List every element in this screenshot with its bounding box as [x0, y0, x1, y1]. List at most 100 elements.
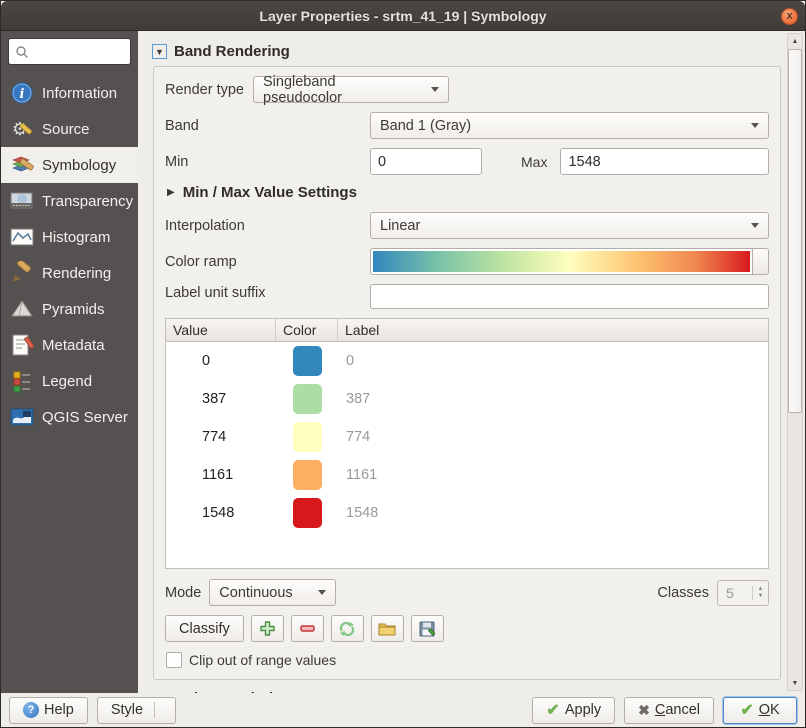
band-select[interactable]: Band 1 (Gray) [370, 112, 769, 139]
transparency-icon [10, 189, 34, 213]
help-button[interactable]: ? Help [9, 697, 88, 724]
sidebar-item-label: Symbology [42, 157, 116, 174]
apply-button[interactable]: ✔ Apply [532, 697, 615, 724]
color-swatch[interactable] [293, 422, 322, 452]
label-cell[interactable]: 774 [338, 429, 768, 445]
color-swatch[interactable] [293, 384, 322, 414]
min-input[interactable] [370, 148, 482, 175]
scrollbar-thumb[interactable] [788, 49, 802, 413]
close-icon[interactable]: x [781, 8, 798, 25]
scroll-down-icon[interactable]: ▼ [788, 676, 802, 690]
value-cell[interactable]: 1548 [166, 505, 276, 521]
titlebar[interactable]: Layer Properties - srtm_41_19 | Symbolog… [1, 1, 805, 31]
add-class-button[interactable] [251, 615, 284, 642]
value-cell[interactable]: 1161 [166, 467, 276, 483]
symbology-panel: ▼ Band Rendering Render type Singleband … [138, 31, 805, 693]
color-ramp-dropdown-button[interactable] [752, 248, 769, 275]
classification-table: Value Color Label 0 0 387 387 [165, 318, 769, 569]
vertical-scrollbar[interactable]: ▲ ▼ [787, 33, 803, 691]
label-cell[interactable]: 1161 [338, 467, 768, 483]
label-cell[interactable]: 0 [338, 353, 768, 369]
color-swatch[interactable] [293, 460, 322, 490]
sidebar-item-legend[interactable]: Legend [1, 363, 138, 399]
color-swatch[interactable] [293, 346, 322, 376]
sidebar-item-symbology[interactable]: Symbology [1, 147, 138, 183]
symbology-icon [10, 153, 34, 177]
table-row[interactable]: 774 774 [166, 418, 768, 456]
color-ramp-select[interactable] [370, 248, 769, 275]
chevron-down-icon [751, 223, 759, 228]
color-swatch[interactable] [293, 498, 322, 528]
min-max-settings-expander[interactable]: ▶ Min / Max Value Settings [167, 184, 769, 201]
save-file-button[interactable] [411, 615, 444, 642]
scroll-up-icon[interactable]: ▲ [788, 34, 802, 48]
value-cell[interactable]: 0 [166, 353, 276, 369]
clip-out-of-range-checkbox[interactable] [166, 652, 182, 668]
dialog-button-box: ? Help Style ✔ Apply ✖ Cancel ✔ OK [1, 693, 805, 727]
mode-select[interactable]: Continuous [209, 579, 336, 606]
color-ramp-preview[interactable] [370, 248, 752, 275]
label-cell[interactable]: 387 [338, 391, 768, 407]
check-icon: ✔ [546, 700, 559, 720]
open-file-button[interactable] [371, 615, 404, 642]
sidebar-item-qgis-server[interactable]: QGIS Server [1, 399, 138, 435]
min-label: Min [165, 154, 370, 170]
ok-button[interactable]: ✔ OK [723, 697, 797, 724]
table-row[interactable]: 1548 1548 [166, 494, 768, 532]
style-button-label: Style [111, 702, 143, 718]
interpolation-select[interactable]: Linear [370, 212, 769, 239]
mode-label: Mode [165, 585, 201, 601]
value-cell[interactable]: 774 [166, 429, 276, 445]
render-type-value: Singleband pseudocolor [263, 74, 415, 106]
value-cell[interactable]: 387 [166, 391, 276, 407]
sidebar-item-metadata[interactable]: Metadata [1, 327, 138, 363]
sidebar-item-pyramids[interactable]: Pyramids [1, 291, 138, 327]
column-header-value[interactable]: Value [166, 319, 276, 341]
scrollbar-track[interactable] [788, 48, 802, 676]
cancel-button[interactable]: ✖ Cancel [624, 697, 714, 724]
clip-out-of-range-row: Clip out of range values [166, 652, 769, 668]
sidebar-item-label: Source [42, 121, 90, 138]
label-unit-suffix-input[interactable] [370, 284, 769, 309]
sidebar-item-histogram[interactable]: Histogram [1, 219, 138, 255]
chevron-down-icon [751, 123, 759, 128]
classes-spinner: 5 ▲▼ [717, 580, 769, 606]
remove-class-button[interactable] [291, 615, 324, 642]
classes-value: 5 [718, 585, 752, 601]
table-row[interactable]: 1161 1161 [166, 456, 768, 494]
table-body: 0 0 387 387 774 774 [166, 342, 768, 568]
rendering-icon [10, 261, 34, 285]
classify-button[interactable]: Classify [165, 615, 244, 642]
qgis-server-icon [10, 405, 34, 429]
collapse-triangle-icon[interactable]: ▼ [152, 44, 167, 59]
band-rendering-section-header[interactable]: ▼ Band Rendering [152, 43, 781, 60]
style-button[interactable]: Style [97, 697, 176, 724]
render-type-select[interactable]: Singleband pseudocolor [253, 76, 449, 103]
layer-properties-dialog: Layer Properties - srtm_41_19 | Symbolog… [0, 0, 806, 728]
help-icon: ? [23, 702, 39, 718]
metadata-icon [10, 333, 34, 357]
sidebar: i Information ⚙ Source [1, 31, 138, 693]
sidebar-item-label: Transparency [42, 193, 133, 210]
apply-button-label: Apply [565, 702, 601, 718]
search-input[interactable] [34, 44, 125, 59]
clip-out-of-range-label: Clip out of range values [189, 652, 336, 668]
sidebar-item-rendering[interactable]: Rendering [1, 255, 138, 291]
label-cell[interactable]: 1548 [338, 505, 768, 521]
table-row[interactable]: 0 0 [166, 342, 768, 380]
column-header-color[interactable]: Color [276, 319, 338, 341]
sidebar-item-source[interactable]: ⚙ Source [1, 111, 138, 147]
min-max-settings-label: Min / Max Value Settings [183, 184, 357, 201]
sidebar-item-transparency[interactable]: Transparency [1, 183, 138, 219]
table-row[interactable]: 387 387 [166, 380, 768, 418]
column-header-label[interactable]: Label [338, 319, 768, 341]
load-ramp-button[interactable] [331, 615, 364, 642]
color-rendering-section-header[interactable]: ▼ Color Rendering [152, 690, 781, 693]
folder-icon [378, 620, 396, 638]
max-input[interactable] [560, 148, 769, 175]
sidebar-item-information[interactable]: i Information [1, 75, 138, 111]
sidebar-search[interactable] [8, 38, 131, 65]
table-header[interactable]: Value Color Label [166, 319, 768, 342]
help-button-label: Help [44, 702, 74, 718]
ok-button-label: OK [759, 702, 780, 718]
